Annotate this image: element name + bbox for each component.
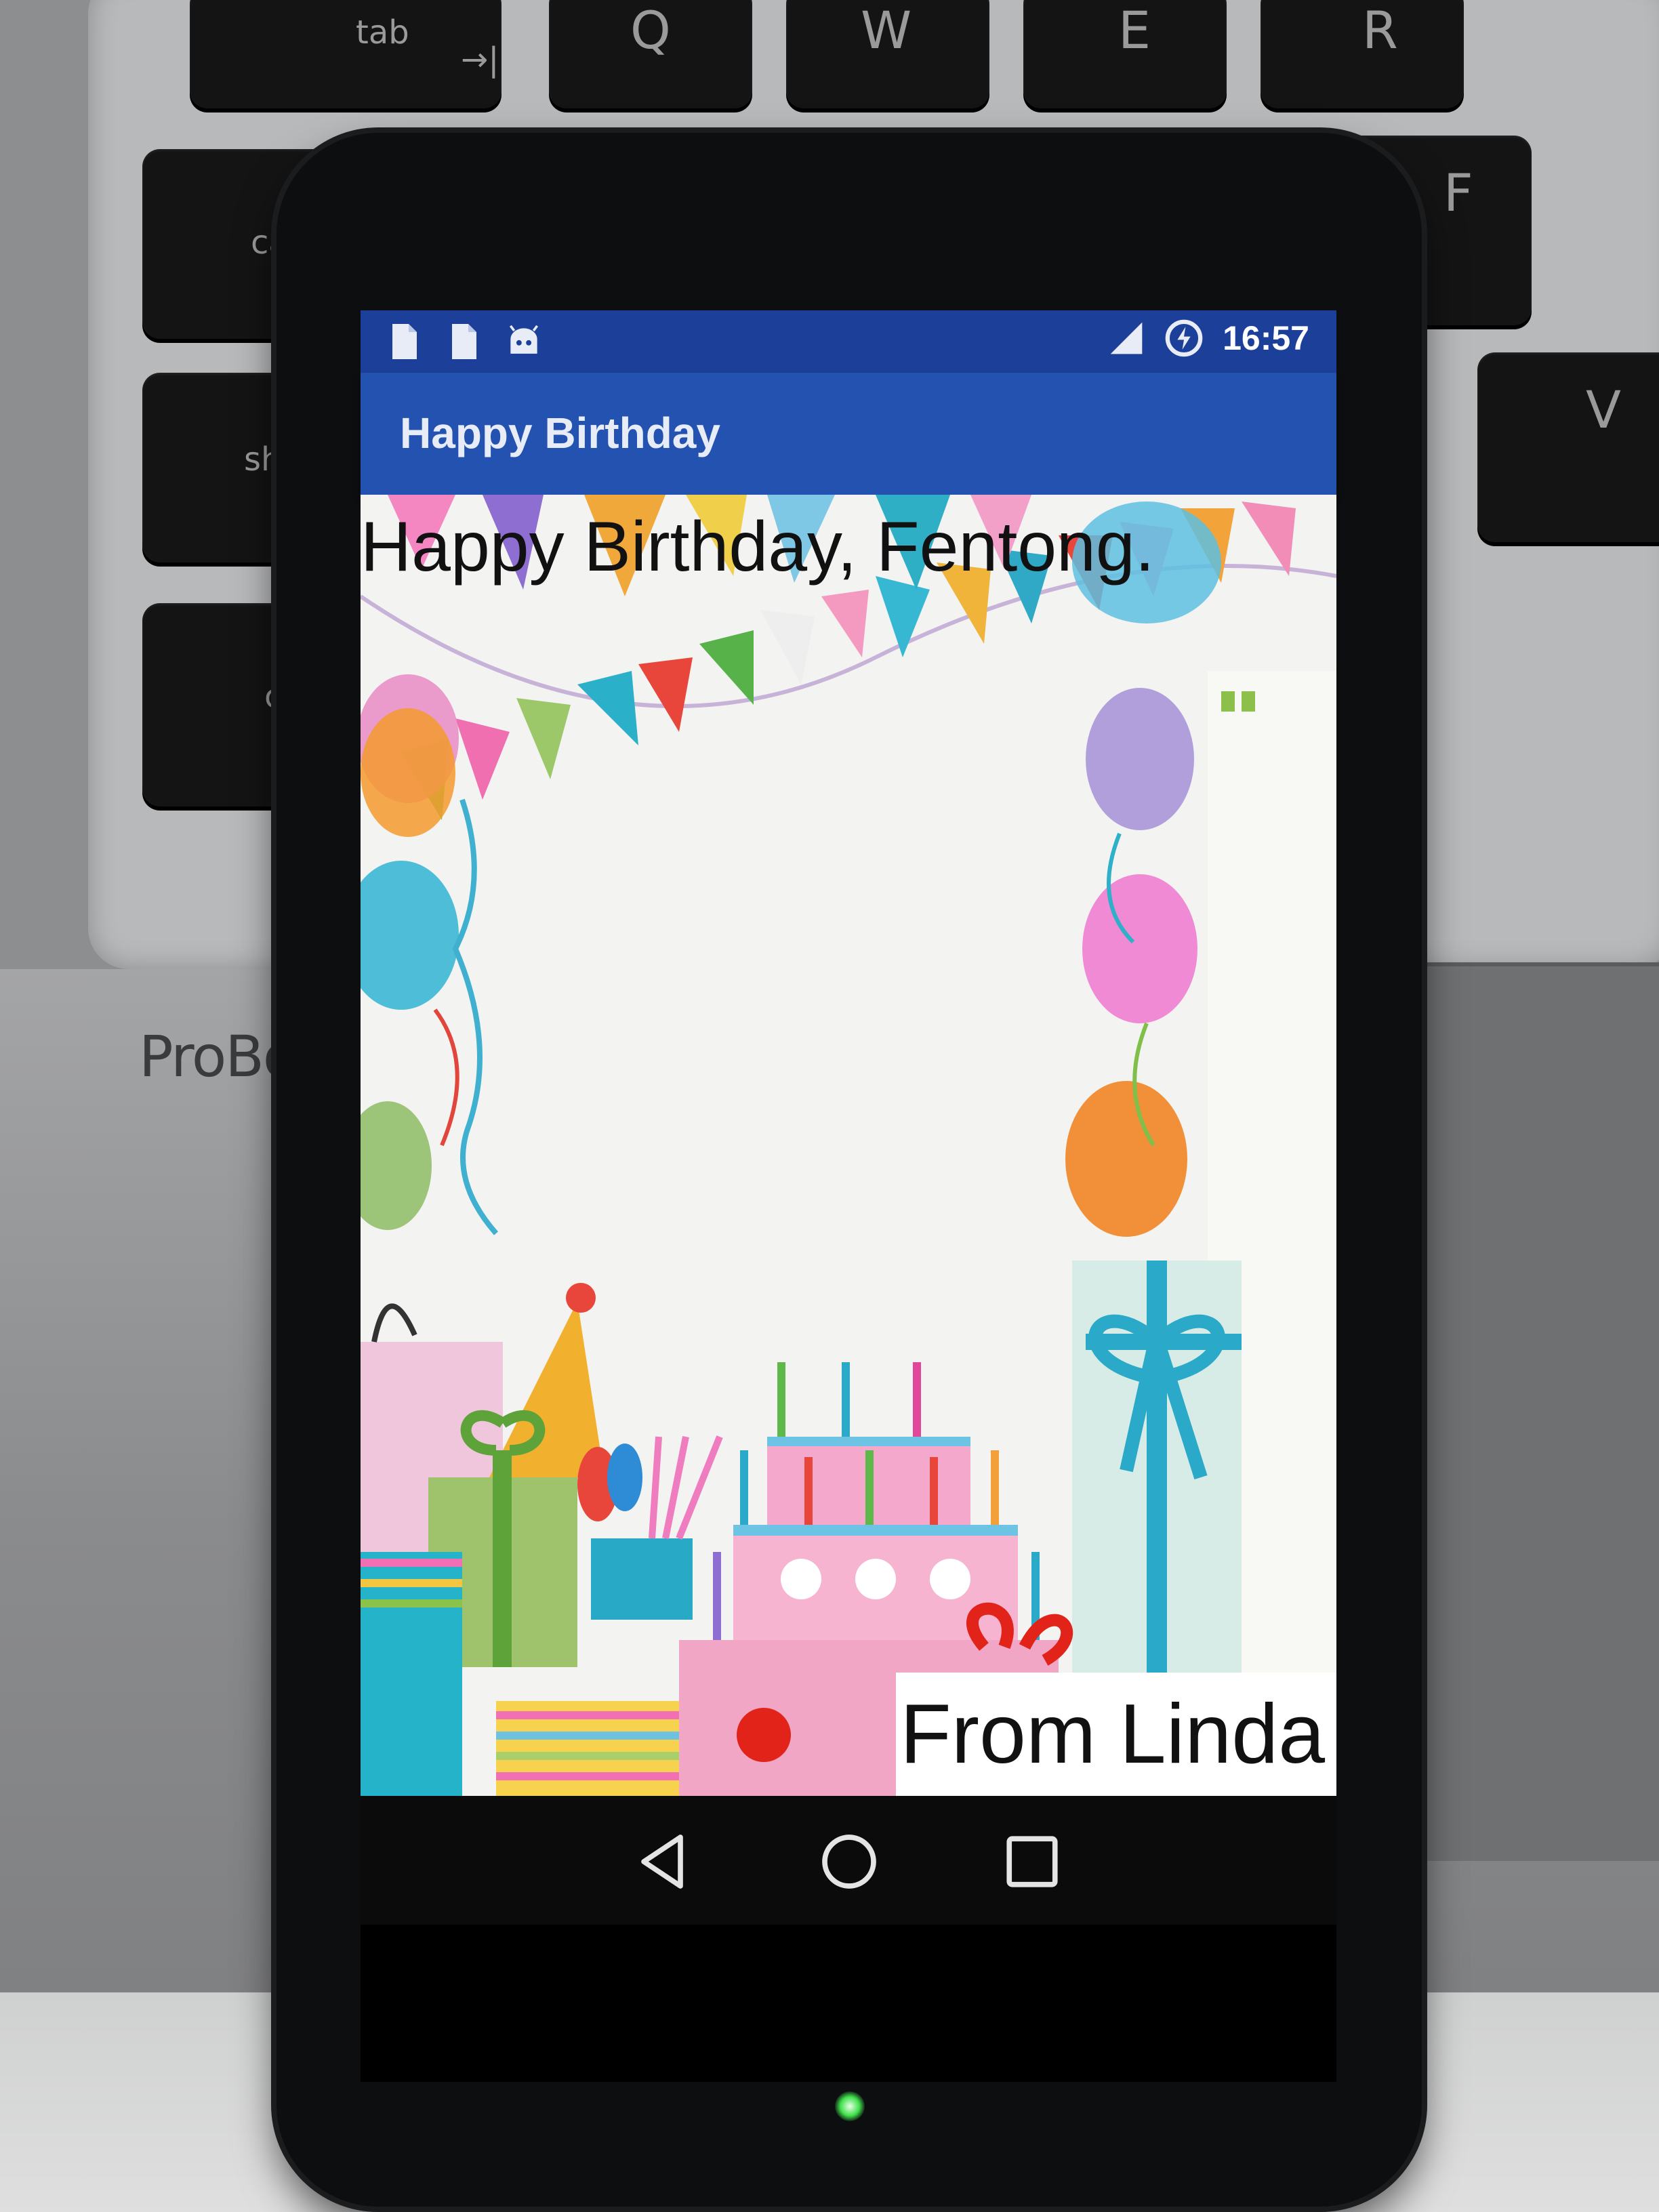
- birthday-card-illustration: [361, 495, 1336, 1796]
- file-icon: [452, 324, 476, 359]
- app-action-bar: Happy Birthday: [361, 373, 1336, 495]
- android-debug-icon: [509, 325, 539, 354]
- battery-saver-icon: [1165, 319, 1203, 357]
- balloon: [361, 708, 455, 837]
- key-v-label: V: [1586, 380, 1621, 440]
- card-greeting: Happy Birthday, Fentong.: [361, 508, 1155, 586]
- striped-box: [361, 1552, 462, 1796]
- card-signature-box: From Linda: [896, 1673, 1336, 1796]
- recents-icon[interactable]: [1002, 1831, 1063, 1892]
- key-r-label: R: [1362, 0, 1398, 60]
- party-cup: [591, 1538, 693, 1620]
- key-w-label: W: [861, 0, 912, 60]
- key-q-label: Q: [630, 0, 671, 60]
- back-icon[interactable]: [632, 1831, 693, 1892]
- status-bar: 16:57: [361, 310, 1336, 373]
- status-bar-notifications: [388, 323, 541, 361]
- key-r: R: [1261, 0, 1464, 108]
- key-tab: tab →|: [190, 0, 501, 108]
- key-e: E: [1023, 0, 1227, 108]
- file-icon: [392, 324, 417, 359]
- card-signature: From Linda: [900, 1687, 1326, 1781]
- navigation-bar: [361, 1796, 1336, 1925]
- phone-screen: 16:57 Happy Birthday Happy Birthday, Fen…: [361, 310, 1336, 2082]
- balloon: [361, 861, 459, 1010]
- phone-device: 16:57 Happy Birthday Happy Birthday, Fen…: [276, 133, 1422, 2207]
- key-tab-label: tab: [356, 14, 409, 52]
- balloon: [1082, 874, 1197, 1023]
- birthday-card: Happy Birthday, Fentong. From Linda: [361, 495, 1336, 1796]
- key-f-label: F: [1443, 163, 1473, 223]
- laptop-touchpad: [1382, 962, 1659, 1861]
- status-clock: 16:57: [1223, 319, 1309, 357]
- balloon: [1086, 688, 1194, 830]
- notification-led: [835, 2091, 865, 2121]
- signal-icon: [1110, 322, 1143, 354]
- key-q: Q: [549, 0, 752, 108]
- balloon: [1065, 1081, 1187, 1237]
- key-e-label: E: [1118, 0, 1151, 60]
- status-bar-system: 16:57: [1107, 319, 1309, 358]
- tab-arrow-icon: →|: [461, 41, 499, 79]
- home-icon[interactable]: [819, 1831, 880, 1892]
- key-v: V: [1477, 352, 1659, 542]
- app-title: Happy Birthday: [400, 409, 720, 457]
- balloon: [361, 1101, 432, 1230]
- key-w: W: [786, 0, 989, 108]
